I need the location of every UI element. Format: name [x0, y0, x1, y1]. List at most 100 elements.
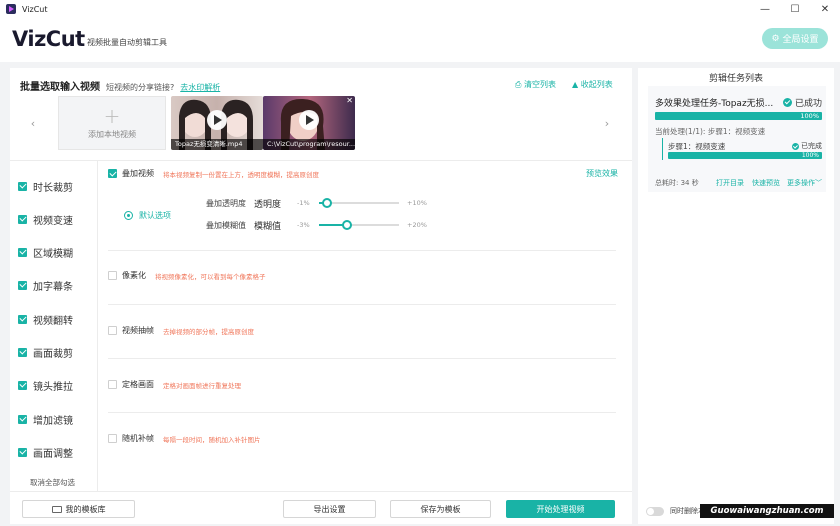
checkbox-checked-icon[interactable]: [18, 347, 27, 357]
slider-handle[interactable]: [342, 220, 352, 230]
sidebar-item-label: 时长裁剪: [33, 182, 73, 194]
trash-icon: ⎙: [515, 80, 522, 89]
overlay-video-header: 叠加视频 将本视频复制一份置在上方，透明度模糊，提高原创度: [108, 168, 618, 179]
sidebar-item-label: 视频变速: [33, 215, 73, 227]
task-status: 已成功: [782, 96, 822, 109]
checkbox-unchecked-icon[interactable]: [108, 326, 117, 335]
checkbox-unchecked-icon[interactable]: [108, 271, 117, 280]
close-icon[interactable]: ✕: [810, 0, 840, 18]
blur-slider[interactable]: [319, 220, 399, 230]
step-progress-bar: 100%: [668, 152, 822, 159]
section-title: 视频抽帧: [122, 326, 154, 335]
strip-next-button[interactable]: ›: [600, 96, 614, 150]
sidebar-item-region-blur[interactable]: 区域模糊: [18, 245, 73, 260]
checkbox-unchecked-icon[interactable]: [108, 380, 117, 389]
deselect-all-button[interactable]: 取消全部勾选: [30, 477, 75, 488]
section-divider: [108, 304, 616, 305]
play-icon[interactable]: [207, 110, 227, 130]
step-connector: [662, 138, 663, 160]
folder-icon: [51, 505, 62, 513]
preview-effect-link[interactable]: 预览效果: [586, 168, 618, 179]
sidebar-item-zoom[interactable]: 镜头推拉: [18, 378, 73, 393]
frame-drop-section: 视频抽帧 去掉视频的部分帧，提高原创度: [108, 325, 618, 336]
sidebar-item-adjust[interactable]: 画面调整: [18, 445, 73, 460]
start-processing-button[interactable]: 开始处理视频: [506, 500, 615, 518]
section-description: 将视频像素化，可以看到每个像素格子: [155, 272, 266, 281]
delete-local-toggle[interactable]: [646, 506, 664, 516]
section-title: 随机补帧: [122, 434, 154, 443]
more-operations-label: 更多操作: [787, 179, 815, 187]
slider-min: -1%: [297, 199, 310, 207]
section-header: 定格画面 定格对画面帧进行重复处理: [108, 379, 618, 390]
slider-label: 叠加透明度: [206, 198, 246, 208]
checkbox-checked-icon[interactable]: [18, 314, 27, 324]
title-bar: VizCut — ☐ ✕: [0, 0, 840, 18]
plus-icon: +: [103, 103, 121, 128]
window-title: VizCut: [22, 4, 48, 14]
section-title: 像素化: [122, 271, 146, 280]
video-caption: C:\VizCut\program\resour...: [263, 139, 355, 150]
checkbox-checked-icon[interactable]: [18, 247, 27, 257]
sidebar-item-duration-trim[interactable]: 时长裁剪: [18, 179, 73, 194]
sidebar-item-label: 区域模糊: [33, 248, 73, 260]
default-option-radio[interactable]: 默认选项: [124, 210, 171, 221]
video-caption: Topaz无损变清晰.mp4: [171, 139, 263, 150]
overlay-video-section: 叠加视频 将本视频复制一份置在上方，透明度模糊，提高原创度 预览效果: [108, 168, 618, 182]
checkbox-checked-icon[interactable]: [18, 214, 27, 224]
chevron-down-icon: ﹀: [815, 179, 822, 187]
clear-list-button[interactable]: ⎙ 清空列表: [515, 79, 556, 90]
slider-name: 透明度: [254, 199, 282, 210]
section-description: 去掉视频的部分帧，提高原创度: [163, 327, 254, 336]
opacity-slider[interactable]: [319, 198, 399, 208]
slider-handle[interactable]: [322, 198, 332, 208]
logo: VizCut: [12, 27, 85, 51]
blur-slider-row: 叠加模糊值 模糊值 -3% +20%: [206, 219, 427, 232]
radio-selected-icon[interactable]: [124, 211, 133, 220]
video-thumbnail[interactable]: Topaz无损变清晰.mp4: [171, 96, 263, 150]
slider-name: 模糊值: [254, 221, 282, 232]
strip-prev-button[interactable]: ‹: [26, 96, 40, 150]
open-directory-link[interactable]: 打开目录: [716, 178, 744, 188]
sidebar-item-filter[interactable]: 增加滤镜: [18, 412, 73, 427]
remove-video-icon[interactable]: ✕: [346, 96, 353, 105]
sidebar-item-label: 视频翻转: [33, 315, 73, 327]
add-local-video-button[interactable]: + 添加本地视频: [58, 96, 166, 150]
save-template-button[interactable]: 保存为模板: [390, 500, 491, 518]
sidebar-item-flip[interactable]: 视频翻转: [18, 312, 73, 327]
checkbox-unchecked-icon[interactable]: [108, 434, 117, 443]
sidebar-item-subtitle-bar[interactable]: 加字幕条: [18, 278, 73, 293]
checkbox-checked-icon[interactable]: [18, 414, 27, 424]
global-settings-button[interactable]: ⚙ 全局设置: [762, 28, 828, 49]
checkbox-checked-icon[interactable]: [18, 447, 27, 457]
checkbox-checked-icon[interactable]: [18, 181, 27, 191]
play-icon[interactable]: [299, 110, 319, 130]
minimize-icon[interactable]: —: [750, 0, 780, 18]
collapse-list-button[interactable]: ▲ 收起列表: [572, 79, 613, 90]
checkbox-checked-icon[interactable]: [108, 169, 117, 178]
task-status-label: 已成功: [794, 99, 822, 109]
default-option-label: 默认选项: [139, 211, 171, 220]
check-circle-icon: [792, 142, 799, 150]
sidebar-item-label: 加字幕条: [33, 281, 73, 293]
task-list-title: 剪辑任务列表: [708, 74, 763, 84]
section-header: 像素化 将视频像素化，可以看到每个像素格子: [108, 270, 618, 281]
watermark-parse-link[interactable]: 去水印解析: [180, 82, 220, 93]
chevron-left-icon: ‹: [30, 116, 36, 130]
sidebar-item-crop[interactable]: 画面裁剪: [18, 345, 73, 360]
checkbox-checked-icon[interactable]: [18, 380, 27, 390]
checkbox-checked-icon[interactable]: [18, 280, 27, 290]
task-progress-bar: 100%: [655, 112, 822, 120]
video-thumbnail[interactable]: ✕ C:\VizCut\program\resour...: [263, 96, 355, 150]
freeze-frame-section: 定格画面 定格对画面帧进行重复处理: [108, 379, 618, 390]
section-header: 视频抽帧 去掉视频的部分帧，提高原创度: [108, 325, 618, 336]
export-settings-button[interactable]: 导出设置: [283, 500, 376, 518]
more-operations-button[interactable]: 更多操作﹀: [787, 178, 822, 188]
step-status: 已完成: [792, 141, 822, 151]
quick-preview-link[interactable]: 快速预览: [752, 178, 780, 188]
sidebar-item-speed[interactable]: 视频变速: [18, 212, 73, 227]
app-header: VizCut 视频批量自动剪辑工具 ⚙ 全局设置: [0, 18, 840, 62]
section-divider: [10, 160, 632, 161]
maximize-icon[interactable]: ☐: [780, 0, 810, 18]
sidebar-item-label: 画面调整: [33, 448, 73, 460]
template-library-button[interactable]: 我的模板库: [22, 500, 135, 518]
